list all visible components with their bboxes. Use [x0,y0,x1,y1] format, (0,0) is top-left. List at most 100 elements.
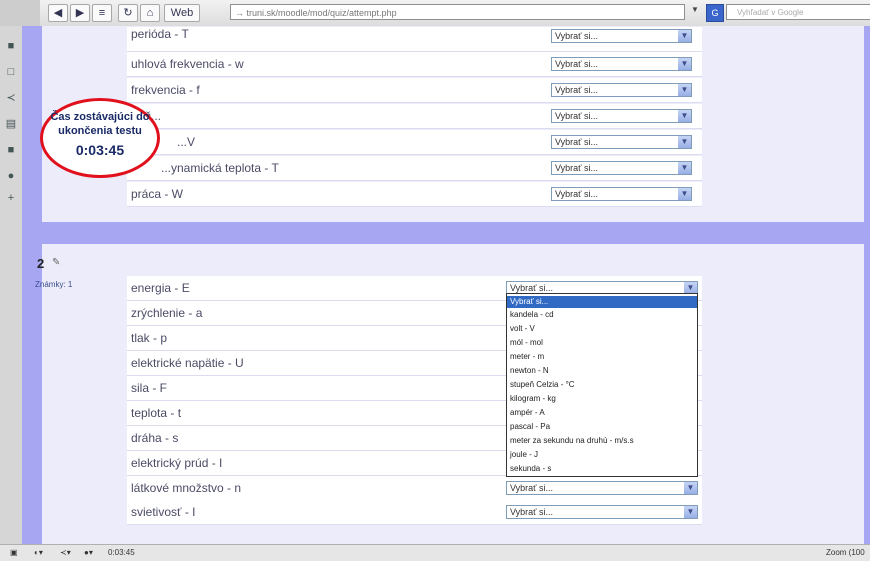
match-select[interactable]: Vybrať si... ▼ [551,83,692,97]
search-placeholder: Vyhľadať v Google [737,8,804,17]
history-icon[interactable]: ≡ [92,4,112,22]
select-value: Vybrať si... [510,483,554,493]
chevron-down-icon: ▼ [678,84,691,96]
search-engine-icon[interactable]: G [706,4,724,22]
dropdown-option[interactable]: volt - V [507,323,697,335]
panel-icon[interactable]: ■ [5,144,17,156]
question-grade: Známky: 1 [35,280,73,289]
row-label: práca - W [131,187,184,201]
match-select[interactable]: Vybrať si... ▼ [506,505,698,519]
status-bar: ▣ ◐▾ ≺▾ ●▾ 0:03:45 Zoom (100 [0,544,870,561]
chevron-down-icon: ▼ [678,162,691,174]
select-value: Vybrať si... [555,163,599,173]
flag-icon[interactable]: ✎ [52,257,60,268]
match-select[interactable]: Vybrať si... ▼ [551,161,692,175]
match-row: svietivosť - I Vybrať si... ▼ [127,500,702,525]
chevron-down-icon: ▼ [678,58,691,70]
web-button[interactable]: Web [164,4,200,22]
row-label: perióda - T [131,27,189,41]
dropdown-option[interactable]: meter za sekundu na druhú - m/s.s [507,435,697,447]
clock-icon[interactable]: ● [5,170,17,182]
chevron-down-icon: ▼ [684,506,697,518]
select-value: Vybrať si... [555,85,599,95]
notes-icon[interactable]: ▤ [5,118,17,130]
match-select[interactable]: Vybrať si... ▼ [551,187,692,201]
dropdown-option[interactable]: ampér - A [507,407,697,419]
row-label: elektrické napätie - U [131,356,244,370]
select-value: Vybrať si... [555,31,599,41]
match-select[interactable]: Vybrať si... ▼ [551,29,692,43]
share-status-icon[interactable]: ≺▾ [60,545,71,561]
row-label: ...V [177,135,196,149]
select-value: Vybrať si... [555,137,599,147]
match-row: Zač... Vybrať si...▼ [127,104,702,129]
select-value: Vybrať si... [555,111,599,121]
chevron-down-icon: ▼ [684,482,697,494]
address-bar[interactable]: → truni.sk/moodle/mod/quiz/attempt.php [230,4,685,20]
dropdown-option[interactable]: kandela - cd [507,309,697,321]
dropdown-list: Vybrať si... kandela - cd volt - V mól -… [506,293,698,477]
row-label: látkové množstvo - n [131,481,242,495]
dropdown-option[interactable]: stupeň Celzia - °C [507,379,697,391]
zoom-indicator[interactable]: Zoom (100 [826,545,865,561]
row-label: frekvencia - f [131,83,200,97]
status-timer: 0:03:45 [108,548,135,557]
dropdown-option[interactable]: meter - m [507,351,697,363]
dropdown-option[interactable]: Vybrať si... [507,296,697,308]
select-value: Vybrať si... [555,189,599,199]
dropdown-option[interactable]: newton - N [507,365,697,377]
chevron-down-icon[interactable]: ▼ [691,5,699,14]
dropdown-option[interactable]: mól - mol [507,337,697,349]
match-select[interactable]: Vybrať si... ▼ [551,109,692,123]
dropdown-option[interactable]: joule - J [507,449,697,461]
match-row: uhlová frekvencia - w Vybrať si... ▼ [127,52,702,77]
match-select[interactable]: Vybrať si... ▼ [506,481,698,495]
countdown-timer: Čas zostávajúci do ukončenia testu 0:03:… [40,98,160,178]
chevron-down-icon: ▼ [678,136,691,148]
match-row: látkové množstvo - n Vybrať si... ▼ [127,476,702,501]
select-value: Vybrať si... [510,507,554,517]
bookmark-icon[interactable]: ■ [5,40,17,52]
clock-status-icon[interactable]: ●▾ [84,545,93,561]
match-select[interactable]: Vybrať si... ▼ [551,57,692,71]
match-row: ...ynamická teplota - T Vybrať si... ▼ [127,156,702,181]
row-label: teplota - t [131,406,182,420]
left-sidebar: ■ □ ≺ ▤ ■ ● + [0,26,22,544]
share-icon[interactable]: ≺ [5,92,17,104]
reload-icon[interactable]: ↻ [118,4,138,22]
match-row: práca - W Vybrať si... ▼ [127,182,702,207]
chevron-down-icon: ▼ [678,188,691,200]
chevron-down-icon: ▼ [678,110,691,122]
match-select[interactable]: Vybrať si... ▼ [551,135,692,149]
row-label: svietivosť - I [131,505,196,519]
browser-toolbar: ◀ ▶ ≡ ↻ ⌂ Web → truni.sk/moodle/mod/quiz… [40,0,870,27]
row-label: zrýchlenie - a [131,306,203,320]
row-label: uhlová frekvencia - w [131,57,244,71]
select-value: Vybrať si... [555,59,599,69]
timer-caption: Čas zostávajúci do [50,111,150,123]
timer-value: 0:03:45 [75,142,125,158]
row-label: ...ynamická teplota - T [161,161,279,175]
page-icon: ▣ [10,548,18,557]
forward-icon[interactable]: ▶ [70,4,90,22]
row-label: elektrický prúd - I [131,456,223,470]
dropdown-option[interactable]: sekunda - s [507,463,697,475]
home-icon[interactable]: ⌂ [140,4,160,22]
row-label: energia - E [131,281,190,295]
back-icon[interactable]: ◀ [48,4,68,22]
question-number: 2 [37,256,45,271]
row-label: tlak - p [131,331,168,345]
add-icon[interactable]: + [5,192,17,204]
row-label: dráha - s [131,431,179,445]
address-text: → truni.sk/moodle/mod/quiz/attempt.php [235,8,397,18]
timer-caption-2: ukončenia testu [58,125,142,137]
row-label: sila - F [131,381,167,395]
match-row: perióda - T Vybrať si... ▼ [127,27,702,52]
chevron-down-icon: ▼ [678,30,691,42]
back-status-icon[interactable]: ◐▾ [34,545,43,561]
window-icon[interactable]: □ [5,66,17,78]
dropdown-option[interactable]: pascal - Pa [507,421,697,433]
dropdown-option[interactable]: kilogram - kg [507,393,697,405]
web-label: Web [170,7,194,19]
search-input[interactable]: Vyhľadať v Google [726,4,870,20]
